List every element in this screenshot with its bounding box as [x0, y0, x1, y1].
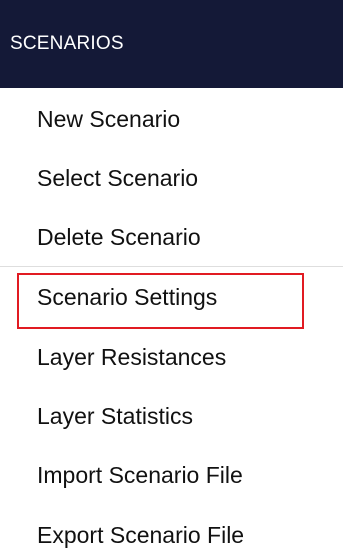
menu-item-new-scenario[interactable]: New Scenario — [0, 90, 343, 148]
menu-item-select-scenario[interactable]: Select Scenario — [0, 149, 343, 207]
menu-header-title: SCENARIOS — [10, 33, 124, 54]
menu-item-scenario-settings[interactable]: Scenario Settings — [0, 268, 343, 326]
scenarios-menu-panel: SCENARIOS New Scenario Select Scenario D… — [0, 0, 343, 550]
menu-item-layer-statistics[interactable]: Layer Statistics — [0, 387, 343, 445]
menu-item-export-scenario-file[interactable]: Export Scenario File — [0, 506, 343, 550]
menu-header: SCENARIOS — [0, 0, 343, 88]
menu-item-layer-resistances[interactable]: Layer Resistances — [0, 328, 343, 386]
menu-divider — [0, 266, 343, 267]
menu-item-delete-scenario[interactable]: Delete Scenario — [0, 208, 343, 266]
menu-item-import-scenario-file[interactable]: Import Scenario File — [0, 446, 343, 504]
